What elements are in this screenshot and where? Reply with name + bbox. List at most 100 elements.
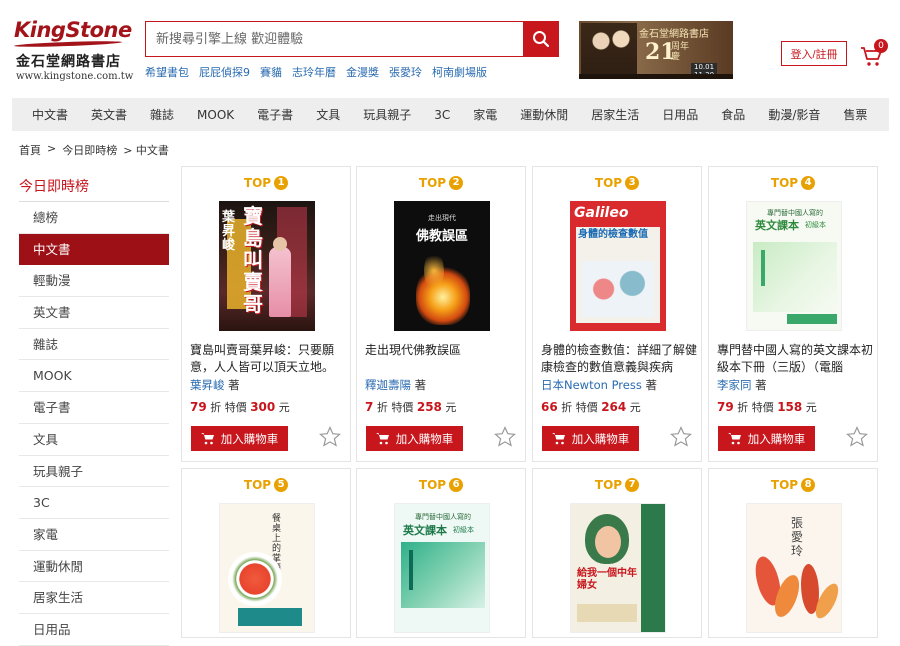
breadcrumb-home[interactable]: 首頁 (19, 142, 41, 158)
nav-item[interactable]: 3C (434, 108, 450, 122)
hotword-link[interactable]: 屁屁偵探9 (199, 64, 250, 80)
logo-name: 金石堂網路書店 (16, 54, 121, 70)
product-card: TOP 6 專門替中國人寫的 英文課本 初級本 (356, 468, 526, 638)
nav-item[interactable]: MOOK (197, 108, 234, 122)
favorite-star-icon[interactable] (493, 425, 517, 449)
sidebar-item[interactable]: 電子書 (19, 392, 169, 424)
discount-unit: 折 (737, 401, 749, 414)
hotword-link[interactable]: 柯南劇場版 (432, 64, 487, 80)
author-link[interactable]: 李家同 (717, 378, 752, 392)
book-cover[interactable]: 專門替中國人寫的 英文課本 初級本 (746, 201, 842, 331)
nav-item[interactable]: 動漫/影音 (768, 106, 820, 123)
nav-item[interactable]: 居家生活 (591, 106, 639, 123)
login-button[interactable]: 登入/註冊 (781, 41, 847, 66)
author-link[interactable]: 釋迦壽陽 (365, 378, 411, 392)
sidebar-item-active[interactable]: 中文書 (19, 233, 169, 266)
rank-badge: TOP 6 (357, 478, 525, 492)
rank-label: TOP (243, 176, 272, 190)
book-title[interactable]: 專門替中國人寫的英文課本初級本下冊（三版）（電腦 (717, 342, 873, 376)
cover-subtitle: 初級本 (453, 526, 474, 534)
nav-item[interactable]: 英文書 (91, 106, 127, 123)
nav-item[interactable]: 電子書 (257, 106, 293, 123)
add-to-cart-button[interactable]: 加入購物車 (542, 426, 639, 451)
book-cover[interactable]: 張愛玲 (746, 503, 842, 633)
book-cover[interactable]: 走出現代 佛教誤區 (394, 201, 490, 331)
favorite-star-icon[interactable] (318, 425, 342, 449)
cover-title: 英文課本 (403, 524, 447, 537)
book-cover[interactable]: 葉昇峻 寶島叫賣哥 (219, 201, 315, 331)
add-to-cart-label: 加入購物車 (747, 431, 806, 446)
site-header: KingStone 金石堂網路書店 www.kingstone.com.tw 希… (0, 0, 900, 96)
hotword-link[interactable]: 張愛玲 (389, 64, 422, 80)
hotword-link[interactable]: 志玲年曆 (292, 64, 336, 80)
nav-item[interactable]: 運動休閒 (520, 106, 568, 123)
breadcrumb-ranking[interactable]: 今日即時榜 (62, 142, 117, 158)
hotword-link[interactable]: 希望書包 (145, 64, 189, 80)
author-suffix: 著 (755, 378, 767, 392)
price-value: 258 (416, 400, 442, 414)
nav-item[interactable]: 中文書 (32, 106, 68, 123)
sidebar-item[interactable]: 居家生活 (19, 582, 169, 614)
cover-title: 張愛玲 (791, 516, 804, 558)
cart-button[interactable]: 0 (860, 39, 888, 67)
book-title[interactable]: 身體的檢查數值：詳細了解健康檢查的數值意義與疾病 (541, 342, 697, 376)
discount-unit: 折 (210, 401, 222, 414)
sidebar-item[interactable]: 3C (19, 487, 169, 519)
sidebar-item[interactable]: 家電 (19, 519, 169, 551)
hotword-link[interactable]: 賽貓 (260, 64, 282, 80)
sidebar-item[interactable]: 文具 (19, 424, 169, 456)
rank-number: 3 (625, 176, 640, 190)
product-card: TOP 2 走出現代 佛教誤區 走出現代佛教誤區 釋迦壽陽 著 7 折 特價 25… (356, 166, 526, 462)
banner-illustration (581, 23, 637, 77)
sidebar-item[interactable]: 運動休閒 (19, 551, 169, 583)
rank-label: TOP (770, 478, 799, 492)
hotword-link[interactable]: 金漫獎 (346, 64, 379, 80)
sidebar-item[interactable]: 玩具親子 (19, 456, 169, 488)
add-to-cart-button[interactable]: 加入購物車 (718, 426, 815, 451)
rank-label: TOP (594, 478, 623, 492)
sidebar-item[interactable]: 日用品 (19, 614, 169, 646)
favorite-star-icon[interactable] (669, 425, 693, 449)
add-to-cart-button[interactable]: 加入購物車 (191, 426, 288, 451)
anniversary-banner[interactable]: 金石堂網路書店 21 周年慶 10.01 11.30 (579, 21, 733, 79)
nav-item[interactable]: 售票 (843, 106, 867, 123)
book-cover[interactable]: 給我一個中年婦女 (570, 503, 666, 633)
nav-item[interactable]: 家電 (473, 106, 497, 123)
site-logo[interactable]: KingStone 金石堂網路書店 www.kingstone.com.tw (13, 18, 133, 90)
book-cover[interactable]: 餐桌上的掌櫃 (219, 503, 315, 633)
add-to-cart-label: 加入購物車 (571, 431, 630, 446)
price-value: 300 (250, 400, 276, 414)
price-value: 158 (777, 400, 803, 414)
book-title[interactable]: 走出現代佛教誤區 (365, 342, 521, 376)
product-card: TOP 3 Galileo 身體的檢查數值 身體的檢查數值：詳細了解健康檢查的數值… (532, 166, 702, 462)
rank-number: 4 (801, 176, 816, 190)
sidebar-item[interactable]: MOOK (19, 360, 169, 393)
search-button[interactable] (523, 22, 558, 56)
nav-item[interactable]: 雜誌 (150, 106, 174, 123)
cart-icon (375, 433, 389, 445)
sidebar-item[interactable]: 輕動漫 (19, 265, 169, 298)
sidebar-item[interactable]: 雜誌 (19, 329, 169, 361)
author-suffix: 著 (414, 378, 427, 392)
nav-item[interactable]: 玩具親子 (363, 106, 411, 123)
rank-label: TOP (594, 176, 623, 190)
cart-icon (727, 433, 741, 445)
book-cover[interactable]: Galileo 身體的檢查數值 (570, 201, 666, 331)
book-cover[interactable]: 專門替中國人寫的 英文課本 初級本 (394, 503, 490, 633)
favorite-star-icon[interactable] (845, 425, 869, 449)
product-card: TOP 1 葉昇峻 寶島叫賣哥 寶島叫賣哥葉昇峻：只要願意，人人皆可以頂天立地。 … (181, 166, 351, 462)
cover-small-title: 走出現代 (428, 214, 456, 222)
book-title[interactable]: 寶島叫賣哥葉昇峻：只要願意，人人皆可以頂天立地。 (190, 342, 346, 376)
nav-item[interactable]: 文具 (316, 106, 340, 123)
add-to-cart-button[interactable]: 加入購物車 (366, 426, 463, 451)
author-link[interactable]: 日本Newton Press (541, 378, 642, 392)
author-link[interactable]: 葉昇峻 (190, 378, 225, 392)
nav-item[interactable]: 日用品 (662, 106, 698, 123)
add-to-cart-label: 加入購物車 (220, 431, 279, 446)
currency: 元 (629, 401, 641, 414)
search-input[interactable] (146, 22, 524, 56)
nav-item[interactable]: 食品 (721, 106, 745, 123)
sidebar-item[interactable]: 總榜 (19, 202, 169, 234)
sidebar-title: 今日即時榜 (19, 172, 169, 202)
sidebar-item[interactable]: 英文書 (19, 297, 169, 329)
